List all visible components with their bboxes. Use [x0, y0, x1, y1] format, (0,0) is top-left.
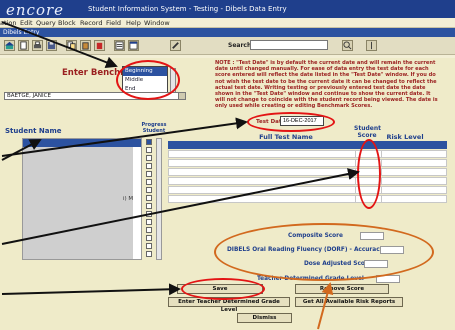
menu-query[interactable]: Query — [36, 19, 56, 27]
risk-level-cell — [381, 169, 447, 176]
progress-checkbox[interactable] — [146, 243, 152, 249]
delete-icon[interactable] — [94, 40, 105, 51]
progress-checkbox[interactable] — [146, 203, 152, 209]
progress-checkbox[interactable] — [146, 179, 152, 185]
progress-checkbox[interactable] — [146, 251, 152, 257]
annotation-summary-ellipse — [214, 223, 434, 281]
student-list[interactable]: i) M — [22, 138, 142, 260]
student-list-scrollbar[interactable] — [156, 138, 162, 260]
window-icon[interactable] — [128, 40, 139, 51]
menu-window[interactable]: Window — [144, 19, 170, 27]
risk-level-cell — [381, 196, 447, 203]
progress-checkbox[interactable] — [146, 163, 152, 169]
menu-field[interactable]: Field — [106, 19, 121, 27]
student-name-header: Student Name — [5, 127, 62, 135]
risk-level-cell — [381, 160, 447, 167]
risk-level-cell — [381, 178, 447, 185]
risk-level-cell — [381, 151, 447, 158]
full-test-name-header: Full Test Name — [259, 133, 313, 141]
dismiss-button[interactable]: Dismiss — [237, 313, 292, 323]
progress-checkbox[interactable] — [146, 155, 152, 161]
menu-action[interactable]: ation — [0, 19, 16, 27]
annotation-benchmark-ellipse — [116, 60, 180, 100]
progress-checkbox[interactable] — [146, 195, 152, 201]
student-select-value: BAETGE, JANICE — [7, 93, 51, 99]
toolbar: Search: — [0, 37, 455, 55]
menu-bar: ation Edit Query Block Record Field Help… — [0, 18, 455, 28]
paste-icon[interactable] — [80, 40, 91, 51]
list-icon[interactable] — [114, 40, 125, 51]
progress-checkbox[interactable] — [146, 187, 152, 193]
home-icon[interactable] — [4, 40, 15, 51]
save-icon[interactable] — [46, 40, 57, 51]
annotation-student-score-ellipse — [357, 139, 381, 209]
score-row[interactable] — [168, 195, 447, 203]
progress-checkbox[interactable] — [146, 227, 152, 233]
title-bar: encore Student Information System - Test… — [0, 0, 455, 19]
score-row[interactable] — [168, 177, 447, 185]
exit-icon[interactable] — [366, 40, 377, 51]
menu-edit[interactable]: Edit — [20, 19, 33, 27]
progress-student-checkboxes — [142, 138, 154, 260]
score-row[interactable] — [168, 168, 447, 176]
print-icon[interactable] — [32, 40, 43, 51]
progress-checkbox[interactable] — [146, 147, 152, 153]
copy-icon[interactable] — [66, 40, 77, 51]
score-row[interactable] — [168, 141, 447, 149]
redacted-student-names — [23, 139, 133, 259]
menu-help[interactable]: Help — [126, 19, 141, 27]
encore-logo: encore — [6, 1, 65, 19]
progress-checkbox[interactable] — [146, 235, 152, 241]
chevron-down-icon[interactable] — [178, 93, 185, 99]
tools-icon[interactable] — [170, 40, 181, 51]
score-table — [168, 141, 447, 203]
window-title: Student Information System - Testing - D… — [88, 5, 287, 13]
score-row[interactable] — [168, 186, 447, 194]
student-score-header: Student Score — [354, 125, 381, 139]
new-icon[interactable] — [18, 40, 29, 51]
annotation-test-date-ellipse — [247, 112, 335, 132]
progress-checkbox[interactable] — [146, 219, 152, 225]
student-row-fragment: i) M — [123, 196, 134, 202]
annotation-save-ellipse — [181, 278, 265, 300]
search-go-icon[interactable] — [342, 40, 353, 51]
menu-record[interactable]: Record — [80, 19, 102, 27]
form-tab-strip: Dibels Entry — [0, 28, 455, 37]
progress-student-header: Progress Student — [141, 122, 167, 134]
progress-checkbox[interactable] — [146, 211, 152, 217]
get-risk-reports-button[interactable]: Get All Available Risk Reports — [295, 297, 403, 307]
selected-student-row[interactable] — [23, 139, 141, 147]
risk-level-cell — [381, 187, 447, 194]
search-input[interactable] — [250, 40, 328, 50]
progress-checkbox[interactable] — [146, 139, 152, 145]
risk-level-header: Risk Level — [386, 133, 424, 141]
score-row[interactable] — [168, 159, 447, 167]
progress-checkbox[interactable] — [146, 171, 152, 177]
score-row[interactable] — [168, 150, 447, 158]
tab-dibels-entry[interactable]: Dibels Entry — [3, 29, 39, 36]
remove-score-button[interactable]: Remove Score — [295, 284, 389, 294]
test-date-note: NOTE : "Test Date" is by default the cur… — [215, 60, 438, 110]
menu-block[interactable]: Block — [58, 19, 76, 27]
